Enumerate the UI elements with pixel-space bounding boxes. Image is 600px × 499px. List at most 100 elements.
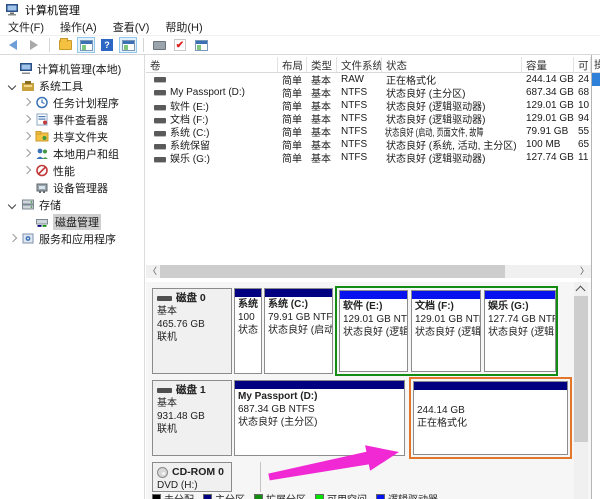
actions-pane-edge[interactable]: 操作 xyxy=(591,55,600,499)
app-icon xyxy=(5,3,19,16)
menu-view[interactable]: 查看(V) xyxy=(105,18,158,36)
disk1-info-cell[interactable]: 磁盘 1 基本 931.48 GB 联机 xyxy=(152,380,232,456)
window-icon xyxy=(195,40,208,51)
disk-management-icon xyxy=(35,215,49,228)
actions-pane-title: 操作 xyxy=(592,57,600,73)
forward-button[interactable] xyxy=(25,37,43,53)
partition-color-bar xyxy=(235,289,261,297)
console-tree: 计算机管理(本地) 系统工具 任务计划程序 事件查看器 共享文件夹 本地用户和组… xyxy=(0,55,145,499)
back-button[interactable] xyxy=(4,37,22,53)
volume-list-header: 卷 布局 类型 文件系统 状态 容量 可 xyxy=(146,57,591,73)
volume-icon xyxy=(154,157,166,162)
legend-unallocated: 未分配 xyxy=(152,491,194,499)
partition-system-reserved[interactable]: 系统100状态 xyxy=(234,288,262,374)
column-header-layout[interactable]: 布局 xyxy=(278,57,307,72)
cdrom0-info-cell[interactable]: CD-ROM 0 DVD (H:) xyxy=(152,462,232,492)
device-manager-icon xyxy=(35,181,49,194)
partition-entertainment-g[interactable]: 娱乐 (G:)127.74 GB NTF状态良好 (逻辑 xyxy=(484,290,556,372)
menu-bar: 文件(F) 操作(A) 查看(V) 帮助(H) xyxy=(0,19,600,36)
column-header-capacity[interactable]: 容量 xyxy=(522,57,574,72)
chevron-down-icon[interactable] xyxy=(7,199,19,211)
chevron-right-icon[interactable] xyxy=(21,97,33,109)
column-header-volume[interactable]: 卷 xyxy=(146,57,278,72)
legend-swatch xyxy=(315,494,324,499)
chevron-right-icon[interactable] xyxy=(21,114,33,126)
toolbar: ? ✔ xyxy=(0,36,600,55)
computer-icon xyxy=(19,62,33,75)
menu-help[interactable]: 帮助(H) xyxy=(157,18,210,36)
tree-item-system-tools[interactable]: 系统工具 xyxy=(0,77,144,94)
tree-item-disk-management[interactable]: 磁盘管理 xyxy=(0,213,144,230)
volume-icon xyxy=(154,77,166,82)
window-title: 计算机管理 xyxy=(25,2,80,18)
disk-graphics-pane: 磁盘 0 基本 465.76 GB 联机 系统100状态 系统 (C:)79.9… xyxy=(146,282,591,499)
system-tools-icon xyxy=(21,79,35,92)
partition-system-c[interactable]: 系统 (C:)79.91 GB NTF状态良好 (启动 xyxy=(264,288,333,374)
tree-item-task-scheduler[interactable]: 任务计划程序 xyxy=(0,94,144,111)
device-button[interactable] xyxy=(150,37,168,53)
help-icon: ? xyxy=(101,39,113,51)
tree-item-services-applications[interactable]: 服务和应用程序 xyxy=(0,230,144,247)
storage-icon xyxy=(21,198,35,211)
column-header-free[interactable]: 可 xyxy=(574,57,591,72)
window-button[interactable] xyxy=(192,37,210,53)
device-icon xyxy=(153,41,166,50)
tree-item-performance[interactable]: 性能 xyxy=(0,162,144,179)
local-users-icon xyxy=(35,147,49,160)
legend-swatch xyxy=(254,494,263,499)
tree-item-storage[interactable]: 存储 xyxy=(0,196,144,213)
chevron-right-icon[interactable] xyxy=(7,233,19,245)
console-tree-button[interactable] xyxy=(119,37,137,53)
vertical-scrollbar[interactable] xyxy=(574,282,588,499)
tree-item-computer-management[interactable]: 计算机管理(本地) xyxy=(0,60,144,77)
services-icon xyxy=(21,232,35,245)
toolbar-separator xyxy=(143,38,144,52)
partition-color-bar xyxy=(340,291,407,299)
scroll-right-arrow-icon[interactable]: 〉 xyxy=(578,265,591,278)
scroll-up-arrow-icon[interactable] xyxy=(574,282,588,295)
task-scheduler-icon xyxy=(35,96,49,109)
chevron-right-icon[interactable] xyxy=(21,148,33,160)
scroll-left-arrow-icon[interactable]: 〈 xyxy=(146,265,159,278)
tree-item-local-users[interactable]: 本地用户和组 xyxy=(0,145,144,162)
folder-button[interactable] xyxy=(56,37,74,53)
check-icon: ✔ xyxy=(174,39,186,51)
help-button[interactable]: ? xyxy=(98,37,116,53)
disk0-info-cell[interactable]: 磁盘 0 基本 465.76 GB 联机 xyxy=(152,288,232,374)
console-window-button[interactable] xyxy=(77,37,95,53)
legend-swatch xyxy=(376,494,385,499)
disk-icon xyxy=(157,296,172,301)
partition-software-e[interactable]: 软件 (E:)129.01 GB NT状态良好 (逻辑 xyxy=(339,290,408,372)
column-header-type[interactable]: 类型 xyxy=(307,57,337,72)
partition-color-bar xyxy=(265,289,332,297)
performance-icon xyxy=(35,164,49,177)
chevron-down-icon[interactable] xyxy=(7,80,19,92)
tree-item-shared-folders[interactable]: 共享文件夹 xyxy=(0,128,144,145)
chevron-right-icon[interactable] xyxy=(21,131,33,143)
scrollbar-thumb[interactable] xyxy=(160,265,505,278)
selected-partition-outline: 244.14 GB正在格式化 xyxy=(409,377,572,459)
column-header-status[interactable]: 状态 xyxy=(382,57,522,72)
back-icon xyxy=(9,40,17,50)
actions-selected-row[interactable] xyxy=(592,73,600,86)
tree-item-event-viewer[interactable]: 事件查看器 xyxy=(0,111,144,128)
horizontal-scrollbar[interactable]: 〈 〉 xyxy=(146,265,591,278)
cd-rom-icon xyxy=(157,467,168,478)
partition-documents-f[interactable]: 文档 (F:)129.01 GB NTF状态良好 (逻辑 xyxy=(411,290,481,372)
menu-file[interactable]: 文件(F) xyxy=(0,18,52,36)
legend-swatch xyxy=(203,494,212,499)
shared-folders-icon xyxy=(35,130,49,143)
scrollbar-thumb[interactable] xyxy=(574,296,588,442)
chevron-right-icon[interactable] xyxy=(21,165,33,177)
table-row[interactable]: 娱乐 (G:) 简单 基本 NTFS 状态良好 (逻辑驱动器) 127.74 G… xyxy=(146,151,591,164)
legend-swatch xyxy=(152,494,161,499)
event-viewer-icon xyxy=(35,113,49,126)
partition-formatting[interactable]: 244.14 GB正在格式化 xyxy=(413,381,568,455)
menu-action[interactable]: 操作(A) xyxy=(52,18,105,36)
partition-my-passport-d[interactable]: My Passport (D:)687.34 GB NTFS状态良好 (主分区) xyxy=(234,380,405,456)
partition-color-bar xyxy=(235,381,404,389)
tree-item-device-manager[interactable]: 设备管理器 xyxy=(0,179,144,196)
check-button[interactable]: ✔ xyxy=(171,37,189,53)
table-row[interactable]: 简单 基本 RAW 正在格式化 244.14 GB 24 xyxy=(146,73,591,86)
column-header-filesystem[interactable]: 文件系统 xyxy=(337,57,382,72)
